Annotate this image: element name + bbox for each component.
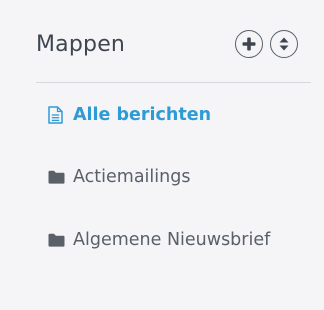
- add-folder-button[interactable]: [235, 30, 263, 58]
- sort-folders-button[interactable]: [270, 30, 298, 58]
- folder-item-label: Algemene Nieuwsbrief: [73, 230, 271, 250]
- folder-icon: [48, 168, 66, 186]
- folder-item-actiemailings[interactable]: Actiemailings: [48, 163, 190, 191]
- folders-panel: Mappen Alle berichten Actiemailings Alge…: [0, 0, 324, 310]
- panel-header: Mappen: [36, 30, 312, 66]
- folder-item-algemene-nieuwsbrief[interactable]: Algemene Nieuwsbrief: [48, 226, 270, 254]
- folder-icon: [48, 231, 66, 249]
- folder-item-label: Alle berichten: [73, 105, 212, 125]
- folder-item-label: Actiemailings: [73, 167, 191, 187]
- header-divider: [36, 82, 311, 83]
- plus-icon: [242, 37, 256, 51]
- panel-title: Mappen: [36, 32, 126, 57]
- folder-item-alle-berichten[interactable]: Alle berichten: [48, 101, 211, 129]
- document-icon: [48, 106, 66, 124]
- sort-icon: [279, 37, 289, 51]
